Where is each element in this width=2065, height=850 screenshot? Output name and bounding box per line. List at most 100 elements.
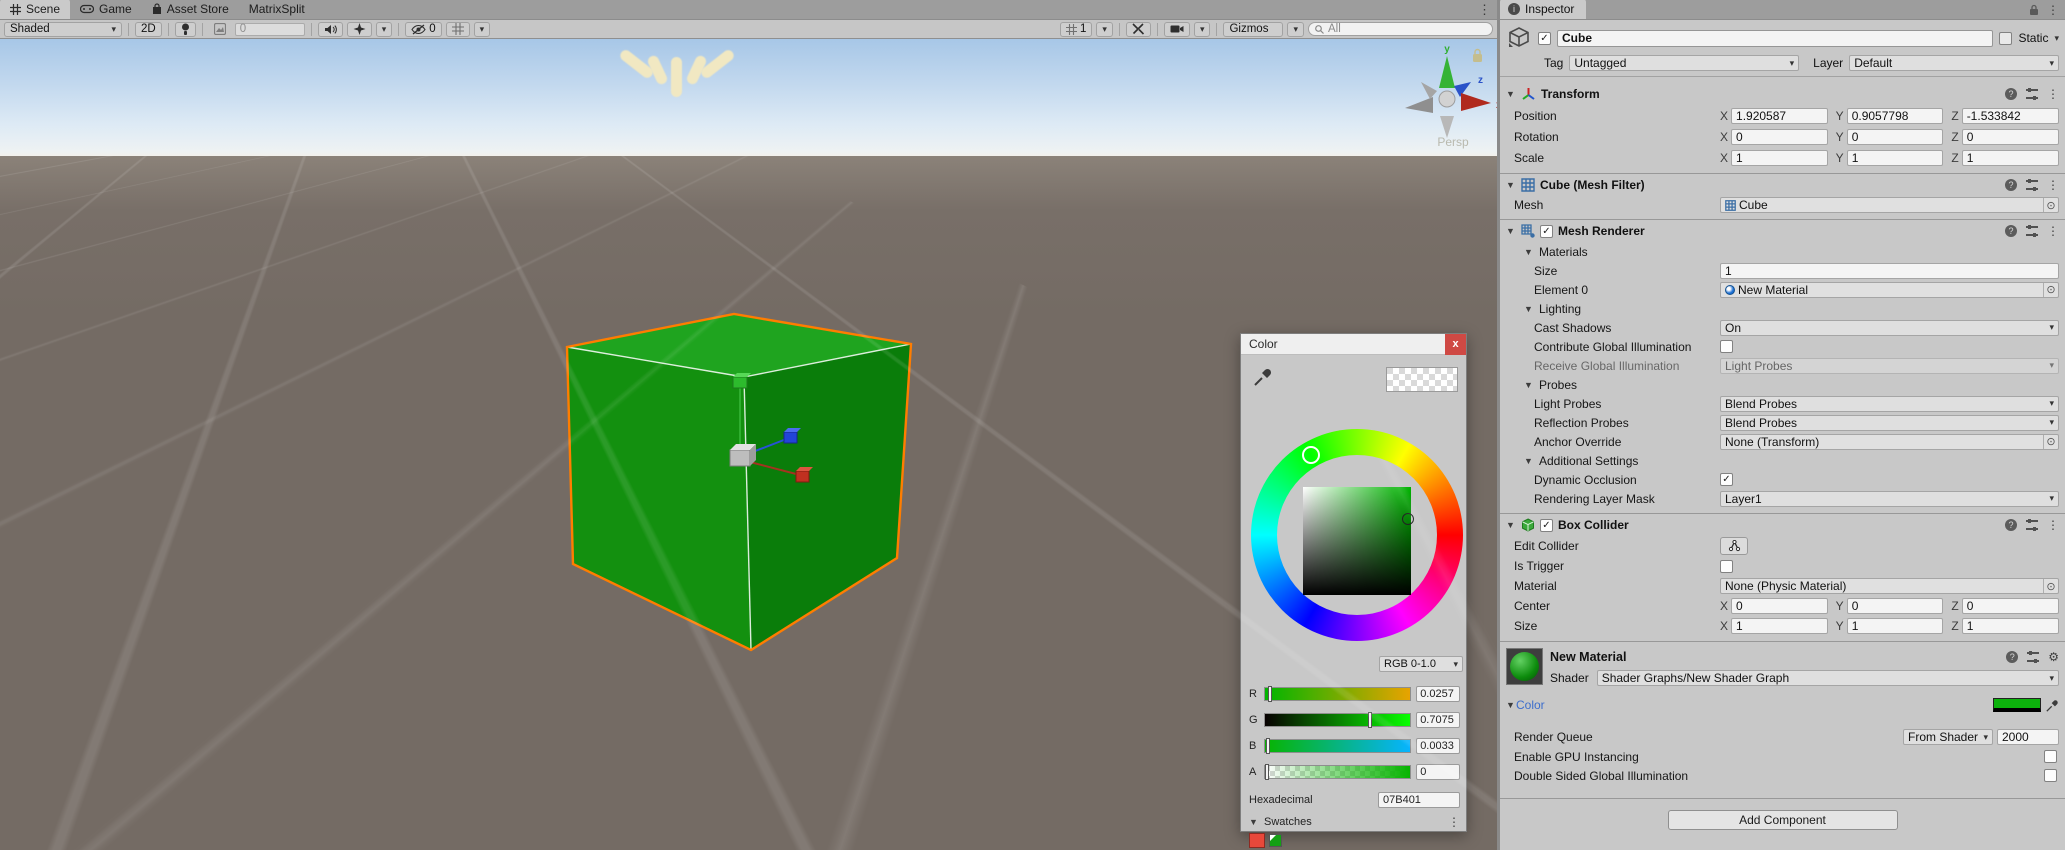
value-field-r[interactable]: 0.0257 <box>1416 686 1460 702</box>
selected-cube[interactable] <box>0 39 1000 739</box>
exposure-field[interactable]: 0 <box>235 23 305 36</box>
foldout-icon[interactable]: ▼ <box>1506 226 1516 236</box>
scene-lighting-button[interactable] <box>175 22 196 37</box>
presets-icon[interactable] <box>2026 180 2038 190</box>
swatches-header[interactable]: ▼ Swatches ⋮ <box>1249 813 1460 831</box>
foldout-icon[interactable]: ▼ <box>1524 456 1534 466</box>
slider-g[interactable] <box>1264 713 1411 727</box>
tag-dropdown[interactable]: Untagged▾ <box>1569 55 1799 71</box>
presets-icon[interactable] <box>2027 652 2039 662</box>
tab-matrixsplit[interactable]: MatrixSplit <box>239 0 315 19</box>
lighting-foldout[interactable]: ▼Lighting <box>1500 299 2065 318</box>
close-button[interactable]: x <box>1445 334 1466 355</box>
scale-z-field[interactable]: 1 <box>1962 150 2059 166</box>
scale-x-field[interactable]: 1 <box>1731 150 1828 166</box>
component-menu-icon[interactable]: ⋮ <box>2047 87 2059 101</box>
slider-a[interactable] <box>1264 765 1411 779</box>
element0-object-field[interactable]: New Material ⊙ <box>1720 282 2059 298</box>
mesh-renderer-enabled-checkbox[interactable]: ✓ <box>1540 225 1553 238</box>
materials-foldout[interactable]: ▼Materials <box>1500 242 2065 261</box>
component-menu-icon[interactable]: ⋮ <box>2047 178 2059 192</box>
component-menu-icon[interactable]: ⋮ <box>2047 518 2059 532</box>
slider-handle-b[interactable] <box>1266 738 1270 754</box>
static-dropdown-icon[interactable]: ▾ <box>2054 34 2059 43</box>
grid-snap-button[interactable]: 1 <box>1060 22 1092 37</box>
presets-icon[interactable] <box>2026 520 2038 530</box>
object-picker-icon[interactable]: ⊙ <box>2043 283 2058 297</box>
camera-settings-dropdown[interactable]: ▾ <box>1194 22 1211 37</box>
shading-mode-dropdown[interactable]: Shaded ▾ <box>4 22 122 37</box>
gizmos-dropdown[interactable]: Gizmos <box>1223 22 1283 37</box>
tab-asset-store[interactable]: Asset Store <box>142 0 239 19</box>
value-field-b[interactable]: 0.0033 <box>1416 738 1460 754</box>
size-z-field[interactable]: 1 <box>1962 618 2059 634</box>
effects-dropdown[interactable]: ▾ <box>376 22 393 37</box>
mesh-filter-header[interactable]: ▼ Cube (Mesh Filter) ? ⋮ <box>1500 174 2065 196</box>
size-y-field[interactable]: 1 <box>1847 618 1944 634</box>
slider-r[interactable] <box>1264 687 1411 701</box>
lock-icon[interactable] <box>2029 4 2039 16</box>
static-checkbox[interactable] <box>1999 32 2012 45</box>
double-sided-gi-checkbox[interactable] <box>2044 769 2057 782</box>
slider-b[interactable] <box>1264 739 1411 753</box>
help-icon[interactable]: ? <box>2006 651 2018 663</box>
gizmos-arrow-dropdown[interactable]: ▾ <box>1287 22 1304 37</box>
foldout-icon[interactable]: ▼ <box>1524 380 1534 390</box>
render-queue-field[interactable]: 2000 <box>1997 729 2059 745</box>
mesh-object-field[interactable]: Cube ⊙ <box>1720 197 2059 213</box>
value-field-a[interactable]: 0 <box>1416 764 1460 780</box>
help-icon[interactable]: ? <box>2005 225 2017 237</box>
materials-size-field[interactable]: 1 <box>1720 263 2059 279</box>
scale-handle-center[interactable] <box>730 444 756 466</box>
effects-toggle-button[interactable] <box>347 22 372 37</box>
foldout-icon[interactable]: ▼ <box>1506 89 1516 99</box>
tools-button[interactable] <box>1126 22 1151 37</box>
gizmo-axis-z[interactable]: z <box>1454 75 1483 97</box>
center-x-field[interactable]: 0 <box>1731 598 1828 614</box>
position-z-field[interactable]: -1.533842 <box>1962 108 2059 124</box>
gizmo-axis-x[interactable]: x <box>1461 93 1497 111</box>
object-picker-icon[interactable]: ⊙ <box>2043 198 2058 212</box>
hue-cursor[interactable] <box>1302 446 1320 464</box>
transform-header[interactable]: ▼ Transform ? ⋮ <box>1500 83 2065 105</box>
reflection-probes-dropdown[interactable]: Blend Probes▾ <box>1720 415 2059 431</box>
camera-settings-button[interactable] <box>1164 22 1190 37</box>
gameobject-cube-icon[interactable] <box>1506 25 1532 51</box>
eyedropper-icon[interactable] <box>1253 367 1273 387</box>
foldout-icon[interactable]: ▼ <box>1249 817 1259 827</box>
perspective-label[interactable]: Persp <box>1418 135 1488 149</box>
box-collider-enabled-checkbox[interactable]: ✓ <box>1540 519 1553 532</box>
value-field-g[interactable]: 0.7075 <box>1416 712 1460 728</box>
position-y-field[interactable]: 0.9057798 <box>1847 108 1944 124</box>
help-icon[interactable]: ? <box>2005 519 2017 531</box>
gpu-instancing-checkbox[interactable] <box>2044 750 2057 763</box>
light-probes-dropdown[interactable]: Blend Probes▾ <box>1720 396 2059 412</box>
add-component-button[interactable]: Add Component <box>1668 810 1898 830</box>
gameobject-name-field[interactable]: Cube <box>1557 30 1993 47</box>
exposure-button[interactable] <box>209 22 231 37</box>
scene-viewport[interactable]: y z x Persp Color x <box>0 39 1497 850</box>
grid-visibility-dropdown[interactable]: ▾ <box>474 22 491 37</box>
material-preview[interactable] <box>1506 648 1543 685</box>
shader-dropdown[interactable]: Shader Graphs/New Shader Graph▾ <box>1597 670 2059 686</box>
center-z-field[interactable]: 0 <box>1962 598 2059 614</box>
is-trigger-checkbox[interactable] <box>1720 560 1733 573</box>
hex-field[interactable]: 07B401 <box>1378 792 1460 808</box>
foldout-icon[interactable]: ▼ <box>1506 180 1516 190</box>
additional-settings-foldout[interactable]: ▼Additional Settings <box>1500 451 2065 470</box>
help-icon[interactable]: ? <box>2005 179 2017 191</box>
layer-dropdown[interactable]: Default▾ <box>1849 55 2059 71</box>
grid-snap-dropdown[interactable]: ▾ <box>1096 22 1113 37</box>
slider-handle-r[interactable] <box>1268 686 1272 702</box>
swatch-red[interactable] <box>1249 833 1265 848</box>
tab-scene[interactable]: Scene <box>0 0 70 19</box>
rotation-x-field[interactable]: 0 <box>1731 129 1828 145</box>
mesh-renderer-header[interactable]: ▼ ✓ Mesh Renderer ? ⋮ <box>1500 220 2065 242</box>
help-icon[interactable]: ? <box>2005 88 2017 100</box>
center-y-field[interactable]: 0 <box>1847 598 1944 614</box>
object-picker-icon[interactable]: ⊙ <box>2043 579 2058 593</box>
dynamic-occlusion-checkbox[interactable]: ✓ <box>1720 473 1733 486</box>
scale-y-field[interactable]: 1 <box>1847 150 1944 166</box>
size-x-field[interactable]: 1 <box>1731 618 1828 634</box>
position-x-field[interactable]: 1.920587 <box>1731 108 1828 124</box>
